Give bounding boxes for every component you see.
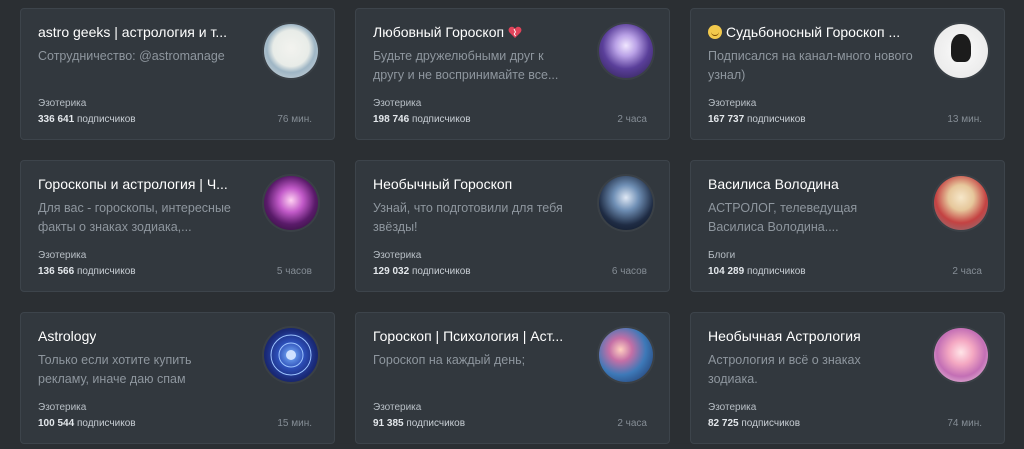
channel-title[interactable]: Гороскоп | Психология | Аст...	[373, 328, 573, 344]
channel-title[interactable]: Василиса Володина	[708, 176, 908, 192]
channel-avatar[interactable]	[597, 174, 655, 232]
channel-avatar[interactable]	[597, 326, 655, 384]
channel-category: Эзотерика	[38, 402, 87, 413]
smiling-face-icon	[708, 25, 722, 39]
subscriber-count: 100 544 подписчиков	[38, 418, 136, 429]
last-post-time: 2 часа	[617, 418, 647, 429]
channel-avatar[interactable]	[932, 22, 990, 80]
subscriber-count: 136 566 подписчиков	[38, 266, 136, 277]
channel-category: Эзотерика	[38, 98, 87, 109]
channel-card[interactable]: Василиса Володина АСТРОЛОГ, телеведущая …	[690, 160, 1005, 292]
channel-category: Эзотерика	[708, 98, 757, 109]
channel-card[interactable]: Любовный Гороскоп Будьте дружелюбными др…	[355, 8, 670, 140]
last-post-time: 5 часов	[276, 266, 312, 277]
last-post-time: 2 часа	[952, 266, 982, 277]
channel-card[interactable]: Гороскоп | Психология | Аст... Гороскоп …	[355, 312, 670, 444]
channel-title[interactable]: Гороскопы и астрология | Ч...	[38, 176, 238, 192]
channel-description: Подписался на канал-много нового узнал)	[708, 49, 913, 82]
channel-avatar[interactable]	[262, 22, 320, 80]
channel-category: Эзотерика	[373, 250, 422, 261]
last-post-time: 13 мин.	[947, 114, 982, 125]
last-post-time: 76 мин.	[277, 114, 312, 125]
channel-title[interactable]: Судьбоносный Гороскоп ...	[708, 24, 908, 40]
last-post-time: 2 часа	[617, 114, 647, 125]
channel-avatar[interactable]	[597, 22, 655, 80]
channel-description: Для вас - гороскопы, интересные факты о …	[38, 201, 231, 234]
channel-category: Блоги	[708, 250, 736, 261]
channel-card[interactable]: Необычный Гороскоп Узнай, что подготовил…	[355, 160, 670, 292]
subscriber-count: 104 289 подписчиков	[708, 266, 806, 277]
subscriber-count: 198 746 подписчиков	[373, 114, 471, 125]
channel-avatar[interactable]	[262, 174, 320, 232]
channel-title[interactable]: Необычный Гороскоп	[373, 176, 573, 192]
channel-category: Эзотерика	[708, 402, 757, 413]
channel-card[interactable]: Судьбоносный Гороскоп ... Подписался на …	[690, 8, 1005, 140]
channel-card[interactable]: Гороскопы и астрология | Ч... Для вас - …	[20, 160, 335, 292]
channel-description: Гороскоп на каждый день;	[373, 353, 526, 367]
channel-avatar[interactable]	[932, 326, 990, 384]
zodiac-wheel-icon	[270, 334, 312, 376]
channel-description: Астрология и всё о знаках зодиака.	[708, 353, 861, 386]
channel-card[interactable]: Astrology Только если хотите купить рекл…	[20, 312, 335, 444]
subscriber-count: 129 032 подписчиков	[373, 266, 471, 277]
subscriber-count: 167 737 подписчиков	[708, 114, 806, 125]
last-post-time: 74 мин.	[947, 418, 982, 429]
channel-description: Только если хотите купить рекламу, иначе…	[38, 353, 192, 386]
channel-avatar[interactable]	[932, 174, 990, 232]
channel-card[interactable]: astro geeks | астрология и т... Сотрудни…	[20, 8, 335, 140]
channel-grid: astro geeks | астрология и т... Сотрудни…	[0, 0, 1024, 449]
last-post-time: 15 мин.	[277, 418, 312, 429]
channel-category: Эзотерика	[38, 250, 87, 261]
subscriber-count: 336 641 подписчиков	[38, 114, 136, 125]
last-post-time: 6 часов	[611, 266, 647, 277]
channel-avatar[interactable]	[262, 326, 320, 384]
channel-description: Будьте дружелюбными друг к другу и не во…	[373, 49, 559, 82]
subscriber-count: 82 725 подписчиков	[708, 418, 801, 429]
channel-description: Узнай, что подготовили для тебя звёзды!	[373, 201, 563, 234]
channel-title[interactable]: astro geeks | астрология и т...	[38, 24, 238, 40]
channel-description: АСТРОЛОГ, телеведущая Василиса Володина.…	[708, 201, 858, 234]
subscriber-count: 91 385 подписчиков	[373, 418, 466, 429]
channel-title[interactable]: Необычная Астрология	[708, 328, 908, 344]
channel-title[interactable]: Любовный Гороскоп	[373, 24, 573, 40]
channel-category: Эзотерика	[373, 402, 422, 413]
channel-category: Эзотерика	[373, 98, 422, 109]
heart-icon	[508, 26, 522, 38]
channel-card[interactable]: Необычная Астрология Астрология и всё о …	[690, 312, 1005, 444]
channel-description: Сотрудничество: @astromanage	[38, 49, 225, 63]
channel-title[interactable]: Astrology	[38, 328, 238, 344]
